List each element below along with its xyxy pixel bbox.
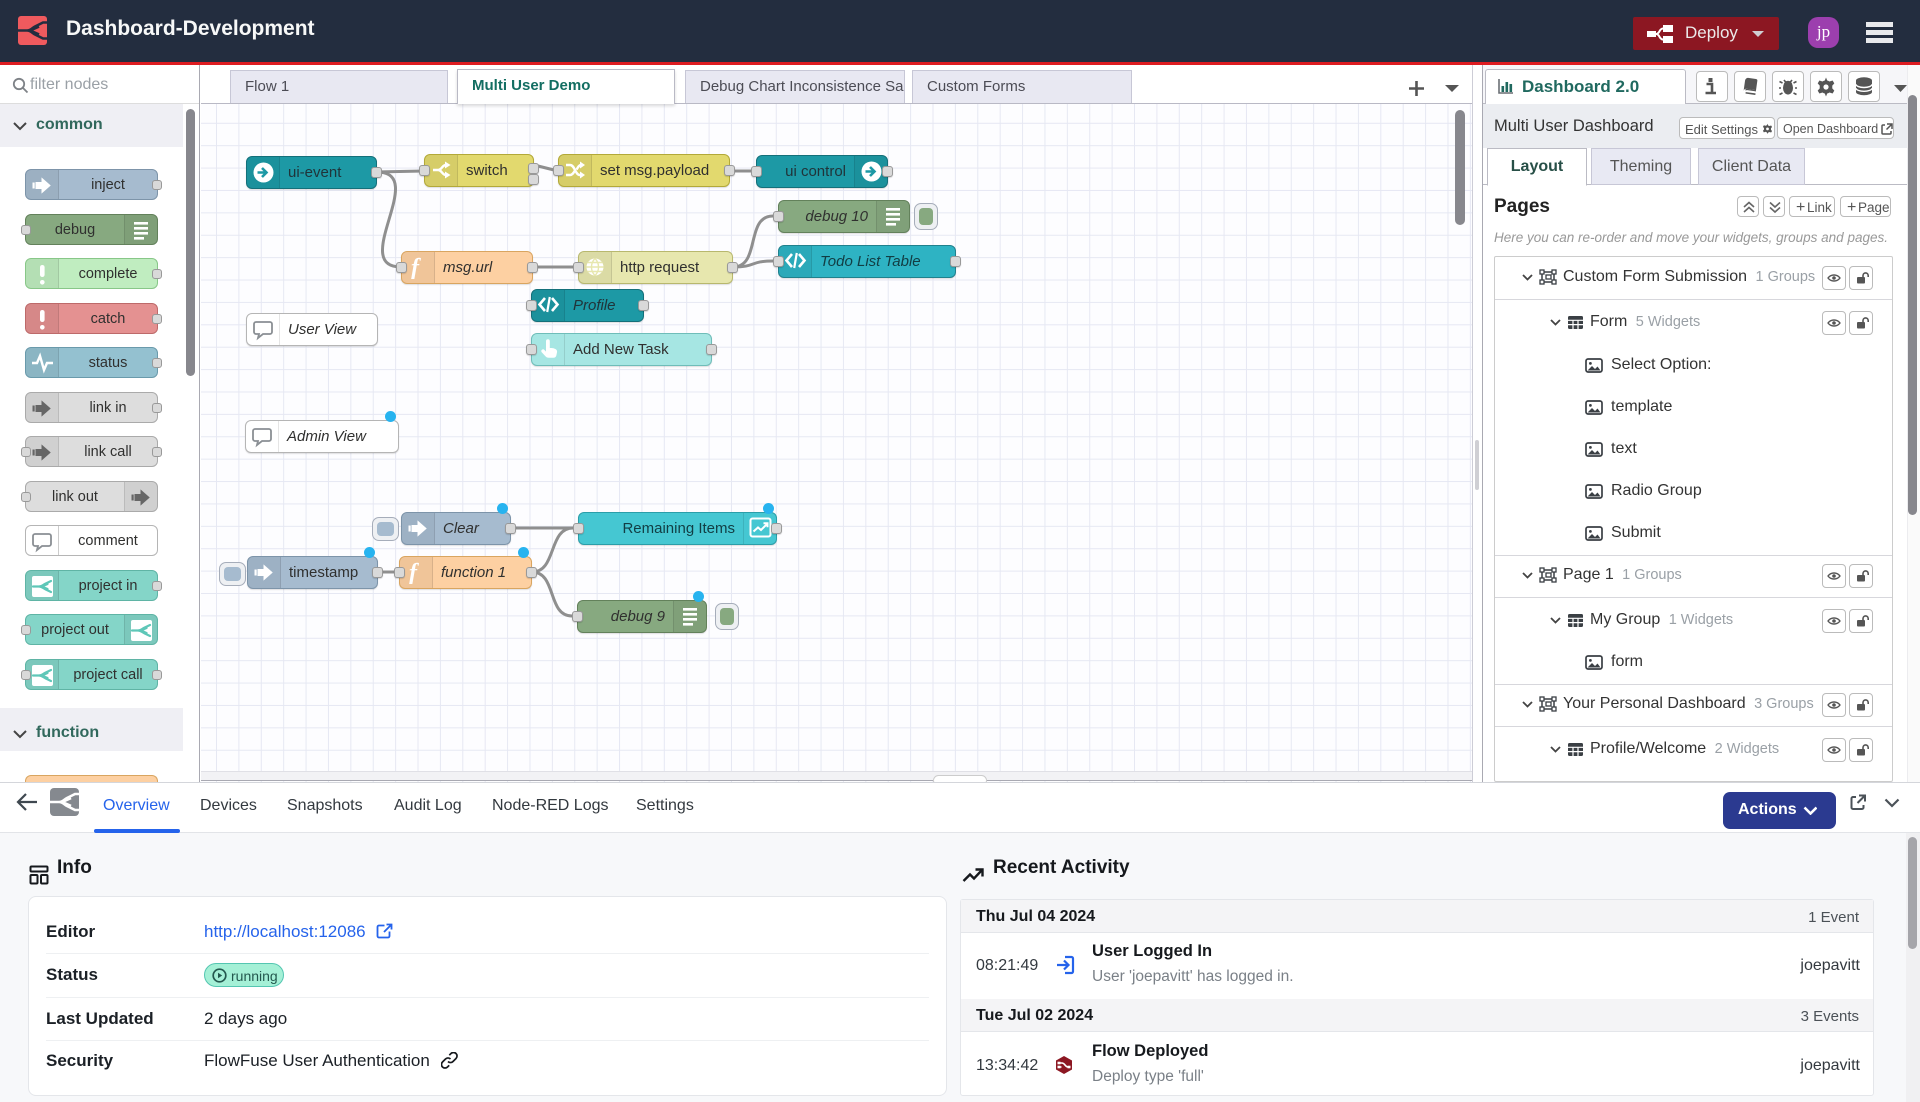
svg-text:f: f — [411, 256, 421, 279]
svg-text:f: f — [409, 561, 419, 584]
